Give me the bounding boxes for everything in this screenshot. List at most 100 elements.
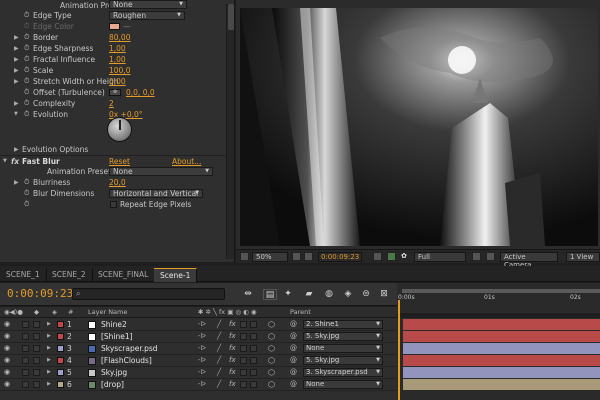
adjustment-checkbox[interactable] [250,369,257,376]
quality-icon[interactable]: ╱ [217,379,221,390]
parent-select[interactable]: 3. Skyscraper.psd ▼ [303,368,383,377]
solo-toggle[interactable] [22,381,29,388]
3d-layer-icon[interactable]: ⬡ [268,368,276,377]
evolution-dial[interactable] [107,117,132,142]
expand-triangle-icon[interactable]: ▶ [47,331,51,342]
animation-presets-select[interactable]: None ▼ [109,0,187,9]
label-color-swatch[interactable] [57,345,64,352]
pick-whip-icon[interactable]: @ [290,355,297,366]
comp-mini-flowchart-icon[interactable]: ⇹ [241,289,255,300]
layer-duration-bar[interactable] [403,379,600,390]
3d-layer-icon[interactable]: ⬡ [268,344,276,353]
shy-icon[interactable]: -ᐅ [198,343,206,354]
tab-scene-1-active[interactable]: Scene-1 [154,268,198,282]
solo-toggle[interactable] [22,333,29,340]
lock-toggle[interactable] [33,321,40,328]
stopwatch-icon[interactable]: ⏱ [24,43,29,54]
work-area-bar[interactable] [402,289,600,293]
fb-presets-select[interactable]: None ▼ [109,167,213,176]
label-color-swatch[interactable] [57,369,64,376]
scale-value[interactable]: 100,0 [109,65,130,76]
motion-blur-checkbox[interactable] [240,381,247,388]
label-color-swatch[interactable] [57,321,64,328]
parent-select[interactable]: 2. Shine1 ▼ [303,320,383,329]
3d-layer-icon[interactable]: ⬡ [268,356,276,365]
layer-duration-bar[interactable] [403,319,600,330]
stopwatch-icon[interactable]: ⏱ [24,109,29,120]
layer-row[interactable]: ◉ ▶ 2 [Shine1] -ᐅ ╱ fx ⬡ @5. Sky.jpg ▼ [0,331,397,343]
adjustment-checkbox[interactable] [250,381,257,388]
adjustment-checkbox[interactable] [250,357,257,364]
region-icon[interactable] [472,252,481,261]
resolution-select[interactable]: Full [414,252,466,262]
fractal-influence-value[interactable]: 1,00 [109,54,126,65]
stopwatch-icon[interactable]: ⏱ [24,65,29,76]
current-time-indicator[interactable] [398,300,400,400]
lock-toggle[interactable] [33,357,40,364]
offset-value[interactable]: 0,0, 0,0 [126,87,155,98]
3d-layer-icon[interactable]: ⬡ [268,380,276,389]
adjustment-checkbox[interactable] [250,333,257,340]
blurriness-value[interactable]: 20,0 [109,177,126,188]
camera-icon[interactable] [373,252,382,261]
adjustment-checkbox[interactable] [250,321,257,328]
stopwatch-icon[interactable]: ⏱ [24,54,29,65]
layer-row[interactable]: ◉ ▶ 5 Sky.jpg -ᐅ ╱ fx ⬡ @3. Skyscraper.psd ▼ [0,367,397,379]
expand-triangle-icon[interactable]: ▶ [47,343,51,354]
stopwatch-icon[interactable]: ⏱ [24,32,29,43]
color-channels-icon[interactable]: ✿ [401,252,407,262]
brainstorm-icon[interactable]: ◈ [341,289,355,300]
3d-layer-icon[interactable]: ⬡ [268,320,276,329]
solo-toggle[interactable] [22,345,29,352]
auto-keyframe-icon[interactable]: ⊜ [359,289,373,300]
zoom-select[interactable]: 50% [252,252,288,262]
label-color-swatch[interactable] [57,381,64,388]
shy-icon[interactable]: -ᐅ [198,379,206,390]
eyedropper-icon[interactable]: — [123,21,131,32]
solo-toggle[interactable] [22,357,29,364]
layer-name[interactable]: [FlashClouds] [101,355,152,366]
pick-whip-icon[interactable]: @ [290,319,297,330]
stopwatch-icon[interactable]: ⏱ [24,76,29,87]
shy-icon[interactable]: -ᐅ [198,355,206,366]
expand-triangle-icon[interactable]: ▶ [47,367,51,378]
layer-duration-bar[interactable] [403,343,600,354]
quality-icon[interactable]: ╱ [217,319,221,330]
frame-blending-icon[interactable]: ▰ [302,289,316,300]
expand-triangle-icon[interactable]: ▶ [47,379,51,390]
layer-name[interactable]: Shine2 [101,319,127,330]
parent-header[interactable]: Parent [290,308,311,317]
label-color-swatch[interactable] [57,357,64,364]
parent-select[interactable]: 5. Sky.jpg ▼ [303,332,383,341]
lock-toggle[interactable] [33,381,40,388]
mask-icon[interactable] [304,252,313,261]
parent-select[interactable]: None ▼ [303,344,383,353]
eye-icon[interactable]: ◉ [4,381,13,388]
snapshot-icon[interactable] [240,252,249,261]
lock-toggle[interactable] [33,369,40,376]
expand-triangle-icon[interactable]: ▶ [47,319,51,330]
3d-layer-icon[interactable]: ⬡ [268,332,276,341]
expand-triangle-icon[interactable]: ▶ [14,76,19,87]
layer-name-header[interactable]: Layer Name [88,308,127,317]
camera-select[interactable]: Active Camera [500,252,558,269]
solo-toggle[interactable] [22,369,29,376]
shy-icon[interactable]: -ᐅ [198,319,206,330]
quality-icon[interactable]: ╱ [217,355,221,366]
motion-blur-checkbox[interactable] [240,369,247,376]
expand-triangle-icon[interactable]: ▶ [14,144,19,155]
parent-select[interactable]: None ▼ [303,380,383,389]
quality-icon[interactable]: ╱ [217,343,221,354]
motion-blur-checkbox[interactable] [240,357,247,364]
viewer-timecode[interactable]: 0:00:09:23 [318,252,363,262]
timeline-timecode[interactable]: 0:00:09:23 [7,287,73,300]
motion-blur-icon[interactable]: ◍ [322,289,336,300]
eye-icon[interactable]: ◉ [4,333,13,340]
layer-duration-bar[interactable] [403,367,600,378]
stopwatch-icon[interactable]: ⏱ [24,98,29,109]
pick-whip-icon[interactable]: @ [290,367,297,378]
stretch-value[interactable]: 0,00 [109,76,126,87]
hide-shy-layers-icon[interactable]: ✦ [281,289,295,300]
stopwatch-icon[interactable]: ⏱ [24,87,29,98]
pick-whip-icon[interactable]: @ [290,379,297,390]
